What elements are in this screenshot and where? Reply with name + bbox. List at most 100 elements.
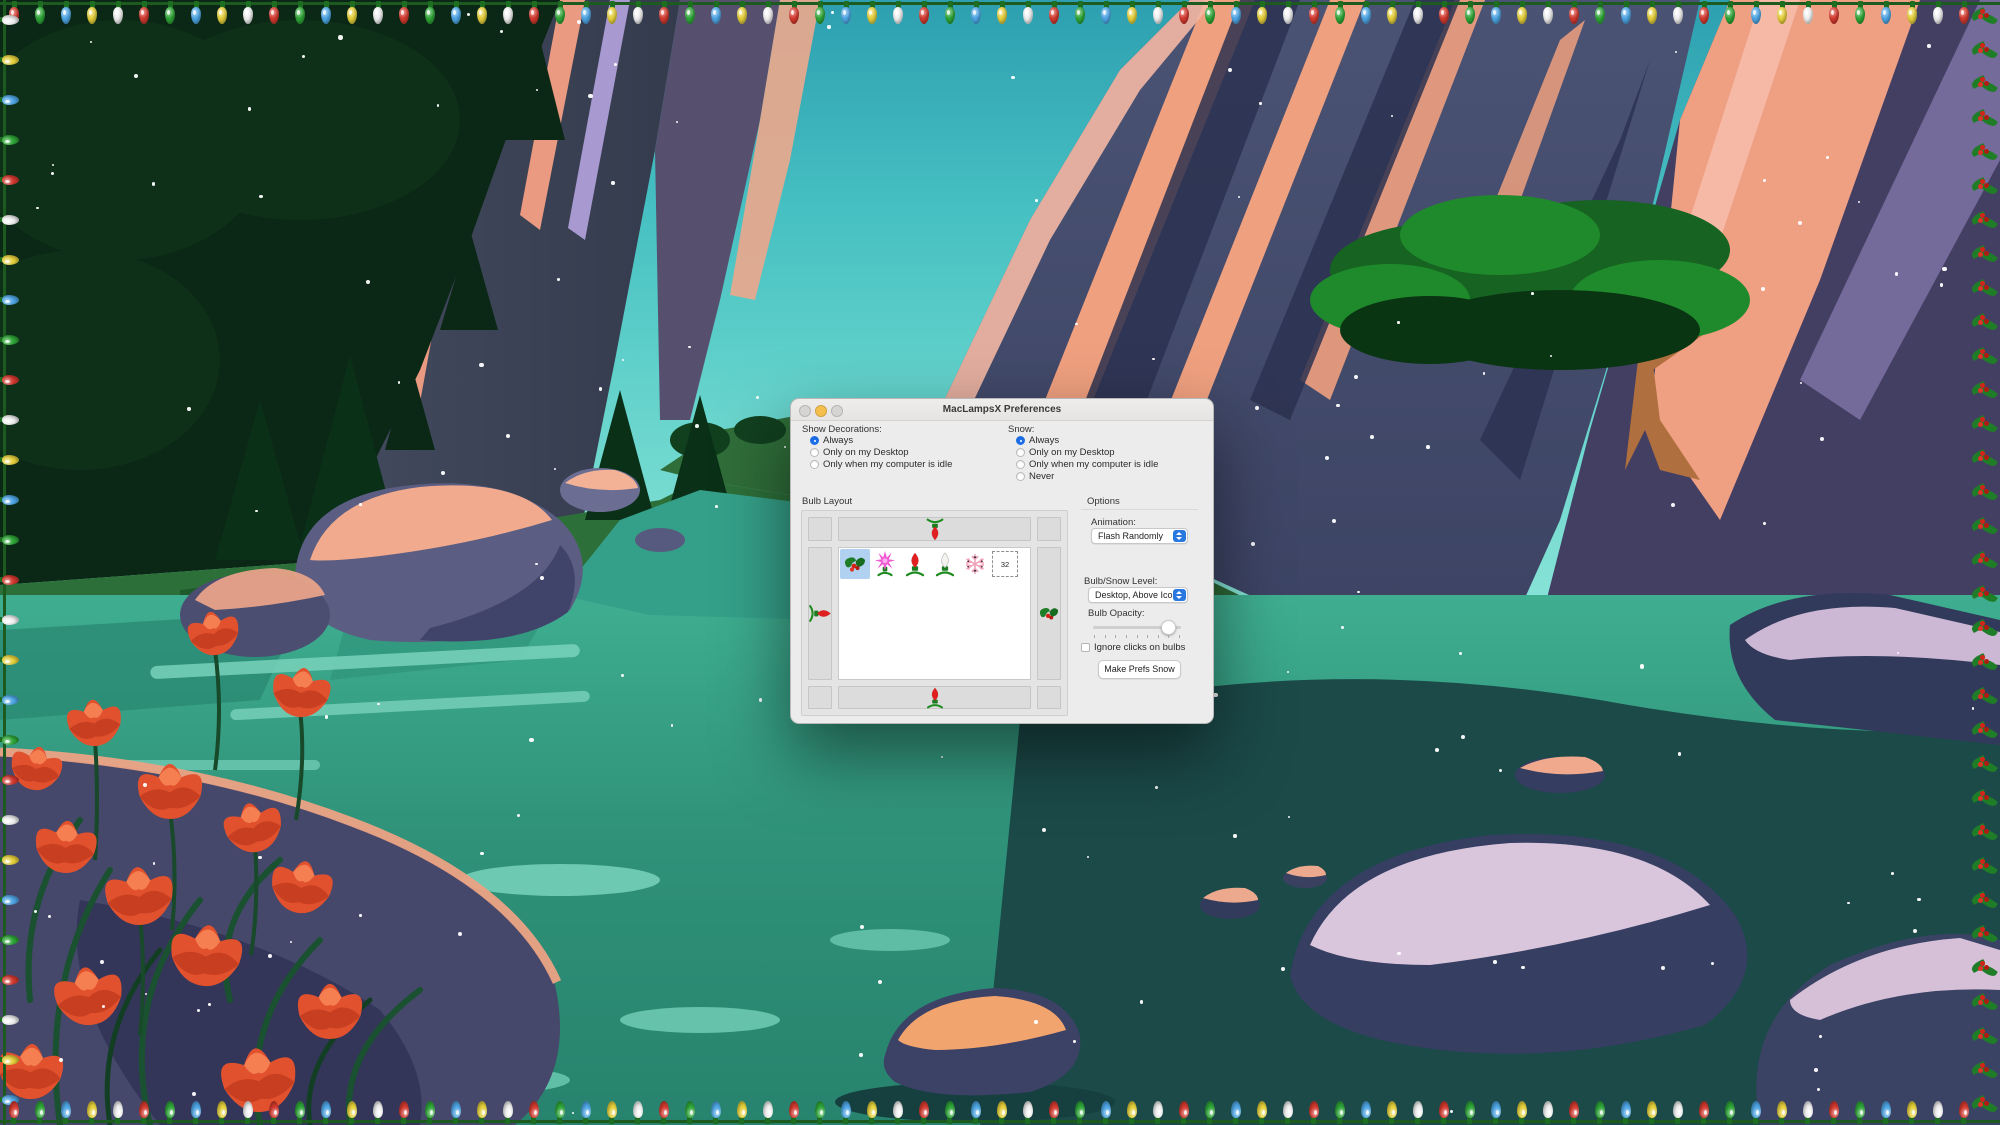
slider-thumb[interactable] bbox=[1161, 620, 1176, 635]
window-titlebar[interactable]: MacLampsX Preferences bbox=[791, 399, 1213, 421]
holly-decoration[interactable] bbox=[1971, 958, 1999, 982]
level-popup-value: Desktop, Above Icons bbox=[1089, 590, 1173, 600]
radio-decorations-idle[interactable]: Only when my computer is idle bbox=[810, 459, 952, 470]
holly-decoration[interactable] bbox=[1971, 550, 1999, 574]
animation-popup-value: Flash Randomly bbox=[1092, 531, 1173, 541]
holly-decoration[interactable] bbox=[1971, 856, 1999, 880]
holly-decoration[interactable] bbox=[1971, 346, 1999, 370]
holly-decoration[interactable] bbox=[1971, 584, 1999, 608]
radio-icon[interactable] bbox=[810, 448, 819, 457]
holly-decoration[interactable] bbox=[1971, 40, 1999, 64]
radio-icon[interactable] bbox=[1016, 436, 1025, 445]
options-label: Options bbox=[1087, 496, 1120, 507]
bulb-layout-label: Bulb Layout bbox=[802, 496, 852, 507]
holly-decoration[interactable] bbox=[1971, 618, 1999, 642]
bulb-canvas[interactable]: ↔ 32 bbox=[838, 547, 1031, 680]
radio-icon[interactable] bbox=[1016, 472, 1025, 481]
radio-label: Only on my Desktop bbox=[1029, 447, 1115, 458]
edge-left-cell[interactable] bbox=[808, 547, 832, 680]
ignore-clicks-checkbox[interactable] bbox=[1081, 643, 1090, 652]
radio-label: Always bbox=[1029, 435, 1059, 446]
palette-item-red-bulb[interactable] bbox=[900, 549, 930, 579]
edge-bottom-cell[interactable] bbox=[838, 686, 1031, 709]
edge-right-cell[interactable] bbox=[1037, 547, 1061, 680]
holly-edge-icon bbox=[1038, 604, 1060, 624]
red-bulb-up-icon bbox=[925, 687, 945, 709]
bulb-size-value: 32 bbox=[1000, 560, 1009, 569]
ignore-clicks-row[interactable]: Ignore clicks on bulbs bbox=[1081, 642, 1185, 653]
palette-item-snowflake[interactable] bbox=[960, 549, 990, 579]
radio-decorations-always[interactable]: Always bbox=[810, 435, 853, 446]
make-prefs-snow-button[interactable]: Make Prefs Snow bbox=[1098, 660, 1181, 679]
holly-decoration[interactable] bbox=[1971, 482, 1999, 506]
bulb-opacity-slider[interactable] bbox=[1093, 620, 1181, 634]
white-bulb-icon bbox=[934, 552, 956, 577]
bulb-layout-editor: ↔ 32 bbox=[801, 510, 1068, 716]
holly-decoration[interactable] bbox=[1971, 822, 1999, 846]
red-bulb-right-icon bbox=[809, 604, 832, 624]
radio-label: Only when my computer is idle bbox=[823, 459, 952, 470]
ignore-clicks-label: Ignore clicks on bulbs bbox=[1094, 642, 1185, 653]
snowflake-icon bbox=[964, 553, 986, 575]
palette-item-size-control[interactable]: ↔ 32 bbox=[990, 549, 1020, 579]
animation-label: Animation: bbox=[1091, 517, 1136, 528]
corner-top-right-cell[interactable] bbox=[1037, 517, 1061, 541]
radio-label: Never bbox=[1029, 471, 1054, 482]
palette-item-white-bulb[interactable] bbox=[930, 549, 960, 579]
preferences-window: MacLampsX Preferences Show Decorations: … bbox=[790, 398, 1214, 724]
corner-bottom-left-cell[interactable] bbox=[808, 686, 832, 709]
holly-decoration[interactable] bbox=[1971, 380, 1999, 404]
red-bulb-hanging-icon bbox=[925, 518, 945, 541]
holly-decoration[interactable] bbox=[1971, 210, 1999, 234]
holly-decoration[interactable] bbox=[1971, 278, 1999, 302]
holly-decoration[interactable] bbox=[1971, 686, 1999, 710]
holly-decoration[interactable] bbox=[1971, 1026, 1999, 1050]
holly-decoration[interactable] bbox=[1971, 312, 1999, 336]
palette-item-pink-star[interactable] bbox=[870, 549, 900, 579]
holly-decoration[interactable] bbox=[1971, 720, 1999, 744]
holly-decoration[interactable] bbox=[1971, 924, 1999, 948]
radio-icon[interactable] bbox=[1016, 460, 1025, 469]
holly-decoration[interactable] bbox=[1971, 108, 1999, 132]
radio-decorations-desktop[interactable]: Only on my Desktop bbox=[810, 447, 909, 458]
radio-snow-desktop[interactable]: Only on my Desktop bbox=[1016, 447, 1115, 458]
radio-icon[interactable] bbox=[810, 436, 819, 445]
holly-decoration[interactable] bbox=[1971, 1094, 1999, 1118]
holly-icon bbox=[843, 553, 867, 575]
holly-decoration[interactable] bbox=[1971, 992, 1999, 1016]
radio-label: Only when my computer is idle bbox=[1029, 459, 1158, 470]
holly-decoration[interactable] bbox=[1971, 142, 1999, 166]
radio-label: Only on my Desktop bbox=[823, 447, 909, 458]
opacity-label: Bulb Opacity: bbox=[1088, 608, 1145, 619]
corner-bottom-right-cell[interactable] bbox=[1037, 686, 1061, 709]
holly-decoration[interactable] bbox=[1971, 516, 1999, 540]
edge-top-cell[interactable] bbox=[838, 517, 1031, 541]
radio-snow-always[interactable]: Always bbox=[1016, 435, 1059, 446]
radio-icon[interactable] bbox=[810, 460, 819, 469]
holly-decoration[interactable] bbox=[1971, 652, 1999, 676]
level-popup[interactable]: Desktop, Above Icons bbox=[1088, 587, 1188, 603]
holly-decoration[interactable] bbox=[1971, 890, 1999, 914]
corner-top-left-cell[interactable] bbox=[808, 517, 832, 541]
opacity-slider-ticks bbox=[1094, 635, 1180, 638]
holly-decoration[interactable] bbox=[1971, 176, 1999, 200]
radio-snow-never[interactable]: Never bbox=[1016, 471, 1054, 482]
animation-popup[interactable]: Flash Randomly bbox=[1091, 528, 1188, 544]
holly-decoration[interactable] bbox=[1971, 754, 1999, 778]
holly-decoration[interactable] bbox=[1971, 6, 1999, 30]
holly-decoration[interactable] bbox=[1971, 1060, 1999, 1084]
palette-item-holly[interactable] bbox=[840, 549, 870, 579]
holly-decoration[interactable] bbox=[1971, 244, 1999, 268]
holly-decoration[interactable] bbox=[1971, 448, 1999, 472]
holly-decoration[interactable] bbox=[1971, 414, 1999, 438]
options-separator bbox=[1081, 509, 1198, 510]
pink-star-bulb-icon bbox=[873, 551, 897, 577]
red-bulb-icon bbox=[904, 552, 926, 577]
holly-decoration[interactable] bbox=[1971, 74, 1999, 98]
radio-icon[interactable] bbox=[1016, 448, 1025, 457]
bulb-size-control[interactable]: ↔ 32 bbox=[992, 551, 1018, 577]
show-decorations-label: Show Decorations: bbox=[802, 424, 882, 435]
holly-decoration[interactable] bbox=[1971, 788, 1999, 812]
radio-snow-idle[interactable]: Only when my computer is idle bbox=[1016, 459, 1158, 470]
window-title: MacLampsX Preferences bbox=[791, 399, 1213, 420]
